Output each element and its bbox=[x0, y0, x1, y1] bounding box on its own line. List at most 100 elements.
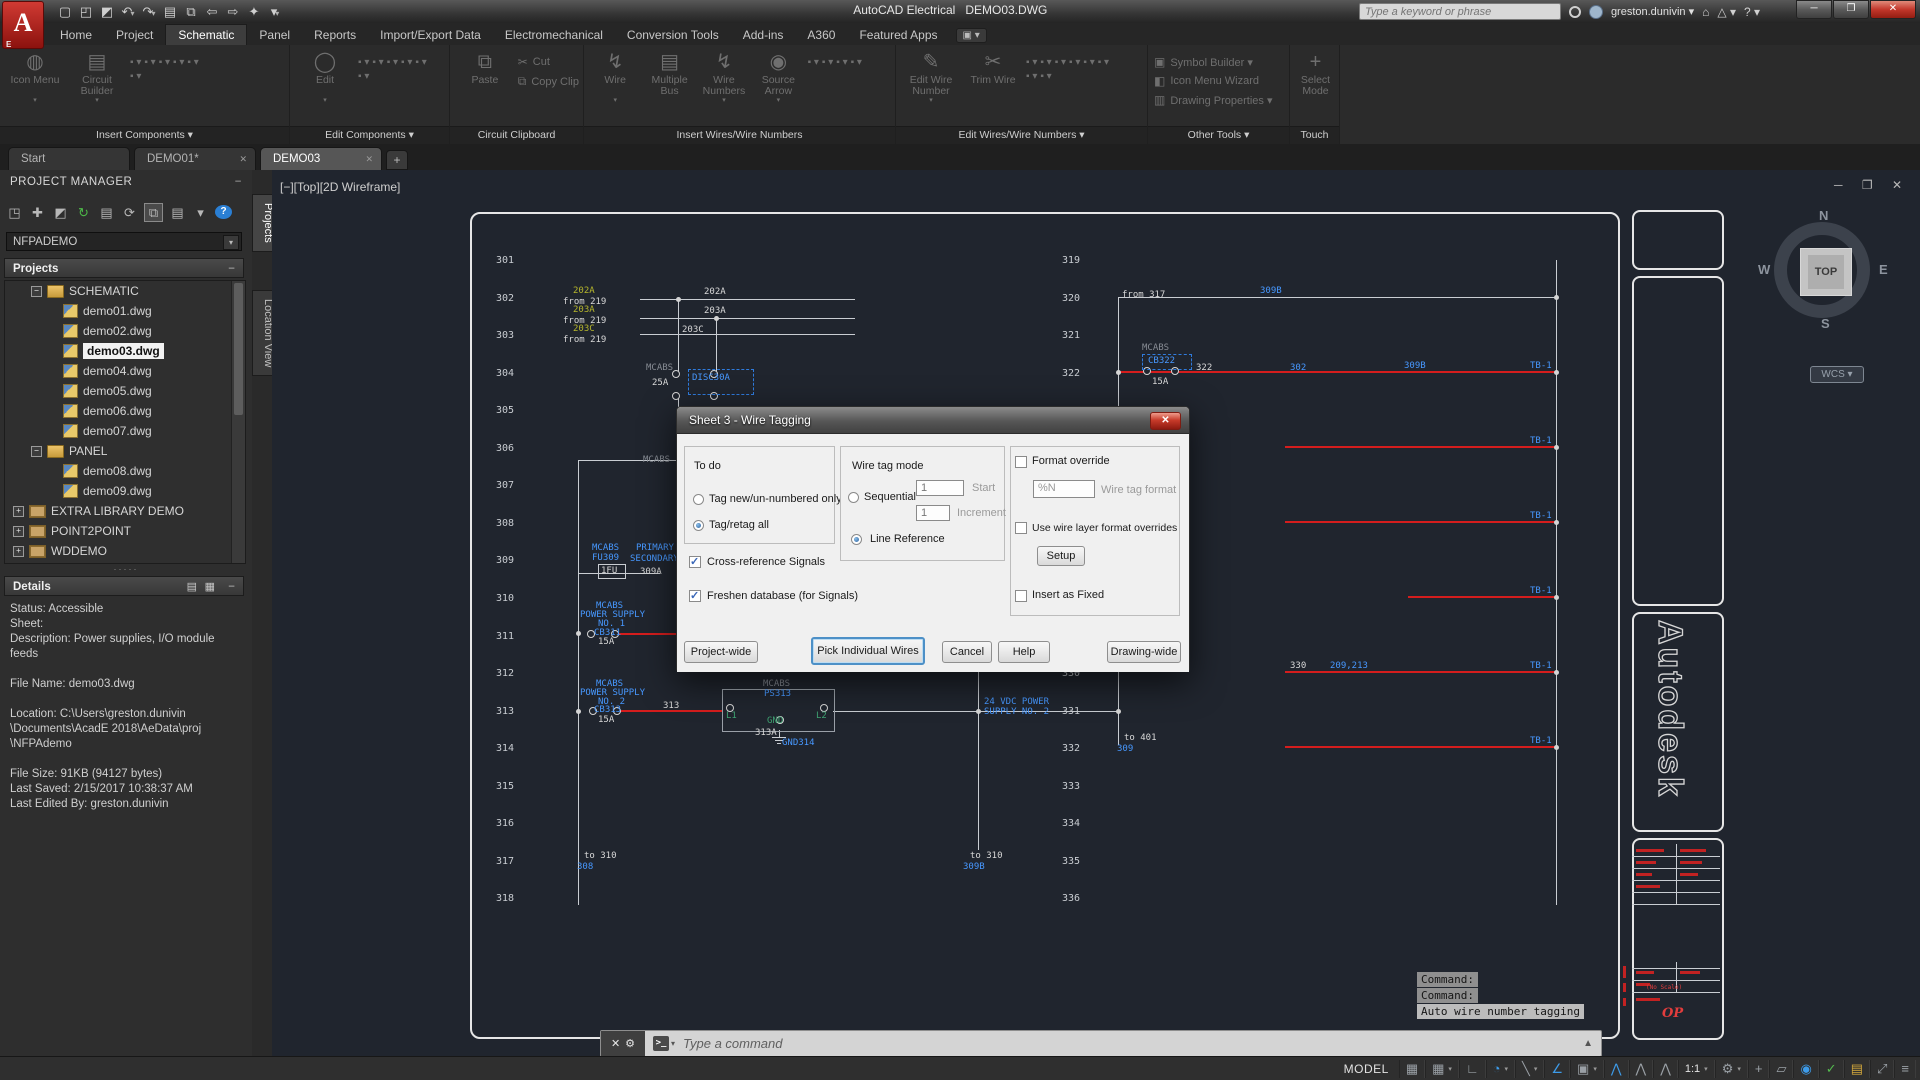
checkbox-freshen-db-label[interactable]: Freshen database (for Signals) bbox=[707, 590, 858, 602]
small-tool-icon[interactable]: ▪ ▾ bbox=[1040, 57, 1051, 68]
tab-add-ins[interactable]: Add-ins bbox=[731, 25, 796, 45]
small-tool-icon[interactable]: ▪ ▾ bbox=[144, 57, 155, 68]
grid-icon[interactable]: ▦ bbox=[1399, 1060, 1425, 1078]
print-dd-icon[interactable]: ▾ bbox=[192, 204, 209, 221]
checkbox-format-override-label[interactable]: Format override bbox=[1032, 455, 1110, 467]
undo-icon[interactable]: ↶▾ bbox=[119, 3, 137, 21]
media-browser-button[interactable]: ▣ ▾ bbox=[956, 28, 987, 43]
command-input[interactable]: Type a command bbox=[675, 1036, 1583, 1051]
annotation-monitor-icon[interactable]: + bbox=[1748, 1060, 1770, 1078]
units-icon[interactable]: ▱ bbox=[1769, 1060, 1793, 1078]
tab-a360[interactable]: A360 bbox=[795, 25, 847, 45]
isodraft-icon[interactable]: ╲▾ bbox=[1515, 1060, 1544, 1078]
app-store-icon[interactable]: ⌂ bbox=[1702, 5, 1709, 19]
compass-north[interactable]: N bbox=[1819, 208, 1828, 223]
button-cut[interactable]: ✂Cut bbox=[518, 55, 579, 69]
collapse-icon[interactable]: − bbox=[31, 446, 42, 457]
tree-item-demo09-dwg[interactable]: demo09.dwg bbox=[5, 481, 245, 501]
tab-schematic[interactable]: Schematic bbox=[165, 24, 247, 45]
checkbox-freshen-db[interactable] bbox=[689, 590, 701, 602]
ortho-icon[interactable]: ∟ bbox=[1459, 1060, 1486, 1078]
file-tab-start[interactable]: Start bbox=[8, 147, 130, 170]
projects-collapse-icon[interactable]: − bbox=[228, 259, 235, 279]
refresh-icon[interactable]: ↻ bbox=[75, 204, 92, 221]
button-multiple-bus[interactable]: ▤Multiple Bus bbox=[644, 49, 694, 97]
tree-item-label[interactable]: demo08.dwg bbox=[83, 464, 152, 478]
viewcube-top-face[interactable]: TOP bbox=[1800, 248, 1852, 296]
close-button[interactable]: ✕ bbox=[1870, 0, 1916, 19]
tree-item-label[interactable]: SCHEMATIC bbox=[69, 284, 139, 298]
project-wide-button[interactable]: Project-wide bbox=[684, 641, 758, 663]
chevron-down-icon[interactable]: ▾ bbox=[223, 235, 239, 250]
small-tool-icon[interactable]: ▪ ▾ bbox=[851, 57, 862, 68]
tree-item-label[interactable]: WDDEMO bbox=[51, 544, 107, 558]
tab-project[interactable]: Project bbox=[104, 25, 165, 45]
tree-item-wddemo[interactable]: +WDDEMO bbox=[5, 541, 245, 561]
tree-item-demo03-dwg[interactable]: demo03.dwg bbox=[5, 341, 245, 361]
file-tab-demo01[interactable]: DEMO01*✕ bbox=[134, 147, 256, 170]
tree-item-label[interactable]: demo06.dwg bbox=[83, 404, 152, 418]
tree-item-demo07-dwg[interactable]: demo07.dwg bbox=[5, 421, 245, 441]
small-tool-icon[interactable]: ▪ ▾ bbox=[1098, 57, 1109, 68]
minimize-button[interactable]: ─ bbox=[1796, 0, 1832, 19]
panel-caption[interactable]: Other Tools ▾ bbox=[1148, 126, 1289, 144]
checkbox-use-layer-overrides-label[interactable]: Use wire layer format overrides bbox=[1032, 522, 1177, 534]
radio-line-reference[interactable] bbox=[851, 534, 862, 545]
tool-icon[interactable]: ✦ bbox=[245, 3, 263, 21]
palette-minimize-icon[interactable]: − bbox=[235, 170, 242, 194]
tree-item-extra-library-demo[interactable]: +EXTRA LIBRARY DEMO bbox=[5, 501, 245, 521]
drawing-window-buttons[interactable]: ─ ❐ ✕ bbox=[1834, 178, 1910, 192]
tab-import-export-data[interactable]: Import/Export Data bbox=[368, 25, 493, 45]
tree-item-label[interactable]: POINT2POINT bbox=[51, 524, 131, 538]
small-tool-icon[interactable]: ▪ ▾ bbox=[130, 71, 141, 82]
tree-item-label[interactable]: demo05.dwg bbox=[83, 384, 152, 398]
open-icon[interactable]: ◰ bbox=[77, 3, 95, 21]
signed-in-user[interactable]: greston.dunivin ▾ bbox=[1611, 5, 1694, 18]
button-wire[interactable]: ↯Wire▾ bbox=[590, 49, 640, 104]
panel-caption[interactable]: Insert Wires/Wire Numbers bbox=[584, 126, 895, 144]
annotation-scale[interactable]: 1:1▾ bbox=[1678, 1060, 1715, 1078]
checkbox-cross-reference-label[interactable]: Cross-reference Signals bbox=[707, 556, 825, 568]
expand-icon[interactable]: + bbox=[13, 526, 24, 537]
otrack-icon[interactable]: ∠ bbox=[1544, 1060, 1570, 1078]
snap-icon[interactable]: ▦▾ bbox=[1425, 1060, 1459, 1078]
tree-item-demo06-dwg[interactable]: demo06.dwg bbox=[5, 401, 245, 421]
setup-button[interactable]: Setup bbox=[1037, 546, 1085, 566]
small-tool-icon[interactable]: ▪ ▾ bbox=[1040, 71, 1051, 82]
viewport-controls[interactable]: [−][Top][2D Wireframe] bbox=[280, 180, 400, 194]
redo-icon[interactable]: ↷▾ bbox=[140, 3, 158, 21]
cancel-button[interactable]: Cancel bbox=[942, 641, 992, 663]
button-icon-menu-wizard[interactable]: ◧Icon Menu Wizard bbox=[1154, 74, 1272, 88]
details-file-icon[interactable]: ▤ bbox=[187, 577, 197, 597]
small-tool-icon[interactable]: ▪ ▾ bbox=[1083, 57, 1094, 68]
qnew-icon[interactable]: ▢ bbox=[56, 3, 74, 21]
help-icon[interactable]: ? ▾ bbox=[1744, 5, 1760, 19]
help-icon[interactable]: ? bbox=[215, 205, 232, 219]
button-edit-wire-number[interactable]: ✎Edit Wire Number▾ bbox=[902, 49, 960, 104]
tree-item-demo01-dwg[interactable]: demo01.dwg bbox=[5, 301, 245, 321]
details-collapse-icon[interactable]: − bbox=[228, 577, 235, 597]
tab-featured-apps[interactable]: Featured Apps bbox=[847, 25, 949, 45]
button-symbol-builder[interactable]: ▣Symbol Builder ▾ bbox=[1154, 55, 1272, 69]
osnap-icon[interactable]: ▣▾ bbox=[1570, 1060, 1604, 1078]
small-tool-icon[interactable]: ▪ ▾ bbox=[387, 57, 398, 68]
close-icon[interactable]: ✕ bbox=[239, 154, 247, 165]
tree-item-label[interactable]: demo07.dwg bbox=[83, 424, 152, 438]
help-button[interactable]: Help bbox=[998, 641, 1050, 663]
clean-screen-icon[interactable]: ⤢ bbox=[1870, 1060, 1894, 1078]
wire-tag-format-field[interactable]: %N bbox=[1033, 480, 1095, 498]
small-tool-icon[interactable]: ▪ ▾ bbox=[130, 57, 141, 68]
autodesk-360-icon[interactable]: △ ▾ bbox=[1717, 5, 1736, 19]
annot-add-icon[interactable]: ⋀ bbox=[1653, 1060, 1678, 1078]
restore-button[interactable]: ❐ bbox=[1833, 0, 1869, 19]
compass-east[interactable]: E bbox=[1879, 262, 1888, 277]
search-icon[interactable] bbox=[1569, 6, 1581, 18]
drawing-wide-button[interactable]: Drawing-wide bbox=[1107, 641, 1181, 663]
small-tool-icon[interactable]: ▪ ▾ bbox=[187, 57, 198, 68]
compass-south[interactable]: S bbox=[1821, 316, 1830, 331]
forward-icon[interactable]: ⇨ bbox=[224, 3, 242, 21]
save-icon[interactable]: ◩ bbox=[98, 3, 116, 21]
button-paste[interactable]: ⧉Paste bbox=[456, 49, 514, 97]
small-tool-icon[interactable]: ▪ ▾ bbox=[1069, 57, 1080, 68]
tree-item-demo08-dwg[interactable]: demo08.dwg bbox=[5, 461, 245, 481]
